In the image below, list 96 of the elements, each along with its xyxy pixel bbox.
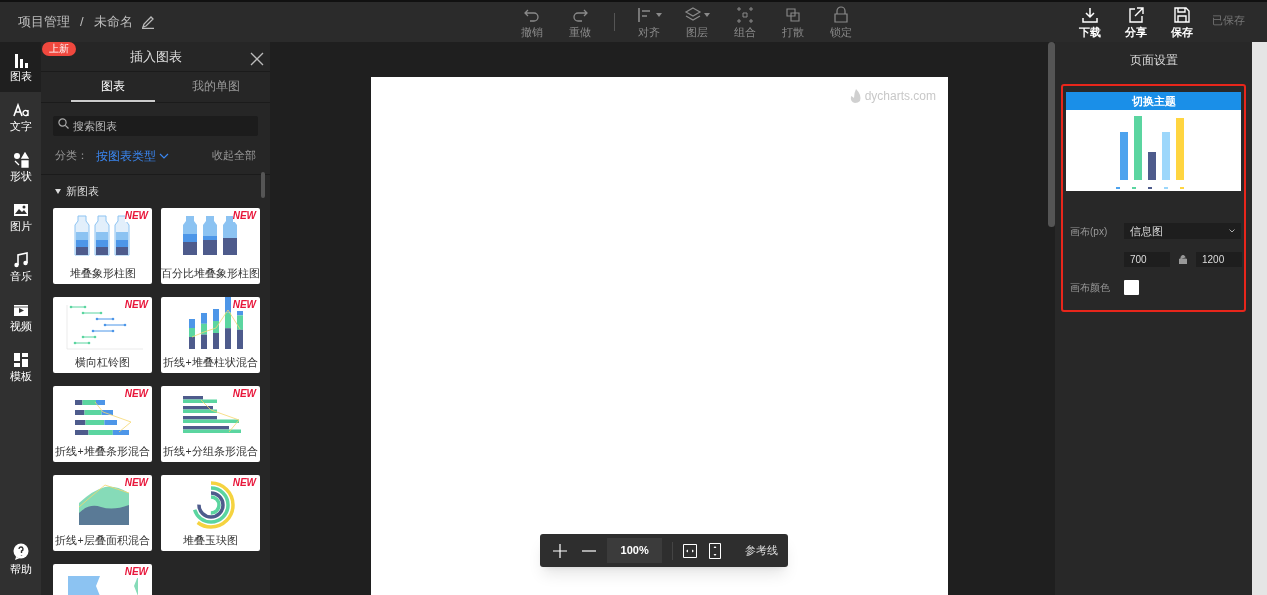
bar <box>1119 132 1128 180</box>
toolbar-divider <box>614 13 615 31</box>
chart-card-title: 折线+堆叠柱状混合 <box>163 355 258 369</box>
new-label: NEW <box>124 566 148 578</box>
chart-card[interactable]: NEW 折线+分组条形混合 <box>161 386 260 462</box>
lock-icon <box>1179 255 1187 264</box>
new-label: NEW <box>124 299 148 311</box>
fit-width-icon <box>683 543 698 558</box>
field-label: 画布颜色 <box>1069 281 1111 295</box>
chart-card-title: 折线+堆叠条形混合 <box>55 444 150 458</box>
chart-thumbnail-drawing <box>67 576 138 595</box>
legend-marker <box>1163 187 1168 189</box>
lock-icon <box>832 5 850 24</box>
ungroup-icon <box>784 5 802 24</box>
height-input[interactable]: 1200 <box>1196 252 1242 267</box>
fit-width-button[interactable] <box>682 542 698 559</box>
legend-marker <box>1131 187 1136 189</box>
image-icon <box>12 201 29 218</box>
new-label: NEW <box>124 388 148 400</box>
new-label: NEW <box>124 210 148 222</box>
pencil-icon <box>140 15 155 29</box>
chart-card-title: 横向杠铃图 <box>75 355 130 369</box>
nav-item[interactable]: 图表 <box>0 42 41 92</box>
caret-icon <box>704 12 710 17</box>
group-icon <box>736 5 754 24</box>
chart-card-title: 折线+分组条形混合 <box>163 444 258 458</box>
new-label: NEW <box>232 210 256 222</box>
new-badge: 上新 <box>42 42 76 56</box>
scrollbar-thumb <box>261 172 265 198</box>
chart-card[interactable]: NEW 堆叠玉玦图 <box>161 475 260 551</box>
music-note-icon <box>12 251 29 268</box>
help-button[interactable]: 帮助 <box>0 543 41 591</box>
panel-tab[interactable]: 我的单图 <box>174 72 258 102</box>
chart-card-title: 折线+层叠面积混合 <box>55 533 150 547</box>
field-label: 画布(px) <box>1069 224 1109 239</box>
breadcrumb-link[interactable]: 项目管理 <box>18 12 70 32</box>
download-icon <box>1081 5 1099 24</box>
chart-card[interactable]: NEW 折线+堆叠柱状混合 <box>161 297 260 373</box>
zoom-level: 100% <box>607 538 662 563</box>
filter-label: 分类： <box>55 148 89 164</box>
chevron-down-icon <box>159 152 169 159</box>
chart-card[interactable]: NEW 折线+层叠面积混合 <box>53 475 152 551</box>
panel-tab[interactable]: 图表 <box>71 72 155 102</box>
canvas-type-dropdown[interactable]: 信息图 <box>1124 223 1241 239</box>
toolbar-button[interactable]: 下载 <box>1068 5 1112 39</box>
close-icon <box>250 52 264 66</box>
new-label: NEW <box>232 477 256 489</box>
collapse-all-button[interactable]: 收起全部 <box>212 147 256 164</box>
guides-button[interactable]: 参考线 <box>745 542 778 559</box>
save-icon <box>1173 5 1191 24</box>
chart-card[interactable]: NEW 横向杠铃图 <box>53 297 152 373</box>
minus-icon <box>582 549 597 552</box>
new-label: NEW <box>232 299 256 311</box>
filter-dropdown[interactable]: 按图表类型 <box>96 146 169 165</box>
fit-height-button[interactable] <box>707 542 723 559</box>
project-name: 未命名 <box>93 13 133 32</box>
bar <box>1133 116 1142 180</box>
bar <box>1147 152 1156 180</box>
caret-icon <box>656 12 662 17</box>
search-field[interactable]: 搜索图表 <box>53 116 258 136</box>
chart-card[interactable]: NEW 百分比堆叠象形柱图 <box>161 208 260 284</box>
chart-card-title: 堆叠玉玦图 <box>183 533 238 547</box>
fit-height-icon <box>709 542 722 559</box>
template-icon <box>12 351 29 368</box>
help-icon <box>12 543 29 560</box>
save-status: 已保存 <box>1212 12 1245 28</box>
toolbar-button[interactable]: 分享 <box>1114 5 1158 39</box>
shapes-icon <box>12 151 29 168</box>
bar <box>1161 132 1170 180</box>
chevron-down-icon <box>1229 229 1235 233</box>
breadcrumb-separator: / <box>79 13 85 32</box>
legend-marker <box>1179 187 1184 189</box>
legend-marker <box>1115 187 1120 189</box>
flame-logo-icon <box>849 89 862 103</box>
search-icon <box>58 118 69 129</box>
bar <box>1175 118 1184 180</box>
text-icon <box>12 101 29 118</box>
panel-title: 插入图表 <box>129 47 182 66</box>
caret-icon <box>55 188 61 194</box>
chart-card-title: 堆叠象形柱图 <box>69 266 136 280</box>
plus-icon <box>553 543 568 558</box>
share-icon <box>1127 5 1145 24</box>
toolbar-button[interactable]: 保存 <box>1160 5 1204 39</box>
chart-card[interactable]: NEW 折线+堆叠条形混合 <box>53 386 152 462</box>
chart-card-title: 百分比堆叠象形柱图 <box>161 266 260 280</box>
bar-chart-icon <box>12 51 29 68</box>
chart-card[interactable]: NEW 堆叠象形柱图 <box>53 208 152 284</box>
color-swatch[interactable] <box>1124 280 1139 295</box>
new-label: NEW <box>232 388 256 400</box>
panel-title: 页面设置 <box>1128 52 1179 69</box>
new-label: NEW <box>124 477 148 489</box>
legend-marker <box>1147 187 1152 189</box>
theme-title: 切换主题 <box>1066 92 1241 110</box>
chart-card[interactable]: NEW <box>53 564 152 595</box>
section-header[interactable]: 新图表 <box>41 183 270 199</box>
width-input[interactable]: 700 <box>1124 252 1170 267</box>
